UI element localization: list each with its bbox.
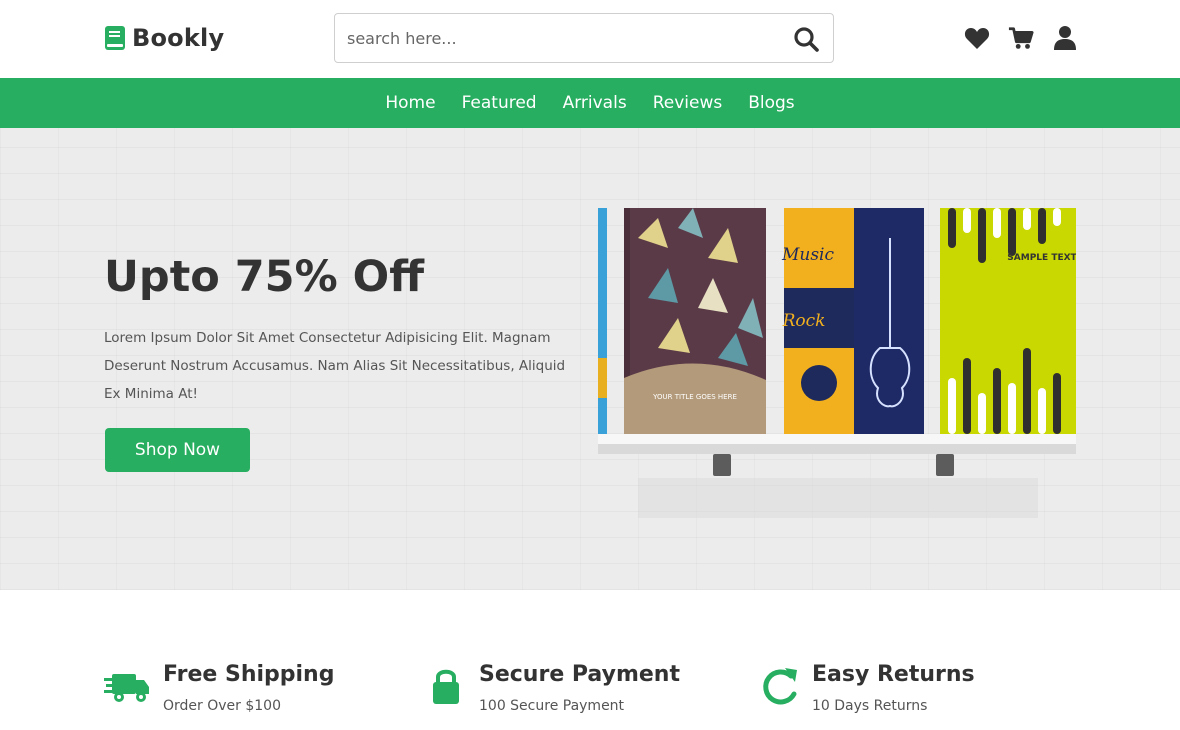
nav-item-featured[interactable]: Featured <box>462 93 537 113</box>
truck-icon <box>104 674 149 702</box>
nav-item-reviews[interactable]: Reviews <box>653 93 723 113</box>
feature-subtitle: 10 Days Returns <box>812 698 928 714</box>
user-icon[interactable] <box>1052 25 1078 51</box>
header: Bookly <box>0 0 1180 78</box>
search-icon[interactable] <box>793 26 819 52</box>
logo-text: Bookly <box>132 24 225 52</box>
book3-title: SAMPLE TEXT <box>1007 253 1076 263</box>
book1-title: YOUR TITLE GOES HERE <box>652 393 737 401</box>
feature-subtitle: Order Over $100 <box>163 698 281 714</box>
search-form <box>334 13 834 63</box>
feature-subtitle: 100 Secure Payment <box>479 698 625 714</box>
nav-item-home[interactable]: Home <box>385 93 435 113</box>
heart-icon[interactable] <box>964 25 990 51</box>
search-input[interactable] <box>335 14 775 62</box>
lock-icon <box>433 669 459 704</box>
header-icons <box>964 24 1078 52</box>
logo[interactable]: Bookly <box>104 22 224 54</box>
book-shelf-image: YOUR TITLE GOES HERE Music Rock SAMPLE T… <box>598 208 1076 518</box>
book-cover-hands: YOUR TITLE GOES HERE <box>624 208 766 434</box>
hero-description: Lorem Ipsum Dolor Sit Amet Consectetur A… <box>104 330 566 402</box>
nav-item-blogs[interactable]: Blogs <box>748 93 794 113</box>
book-cover-music: Music Rock <box>781 208 924 434</box>
feature-title: Secure Payment <box>479 662 680 687</box>
hero-title: Upto 75% Off <box>104 252 425 302</box>
book-cover-lime: SAMPLE TEXT <box>940 208 1076 434</box>
cart-icon[interactable] <box>1008 25 1034 51</box>
feature-title: Free Shipping <box>163 662 335 687</box>
book-icon <box>105 26 125 50</box>
book2-rock: Rock <box>782 311 826 331</box>
shop-now-button[interactable]: Shop Now <box>105 428 250 472</box>
feature-title: Easy Returns <box>812 662 975 687</box>
book2-music: Music <box>781 245 835 265</box>
redo-icon <box>763 668 797 705</box>
main-nav: Home Featured Arrivals Reviews Blogs <box>0 78 1180 128</box>
hero-section: Upto 75% Off Lorem Ipsum Dolor Sit Amet … <box>0 128 1180 590</box>
features-section: Free Shipping Order Over $100 Secure Pay… <box>0 590 1180 730</box>
nav-item-arrivals[interactable]: Arrivals <box>563 93 627 113</box>
